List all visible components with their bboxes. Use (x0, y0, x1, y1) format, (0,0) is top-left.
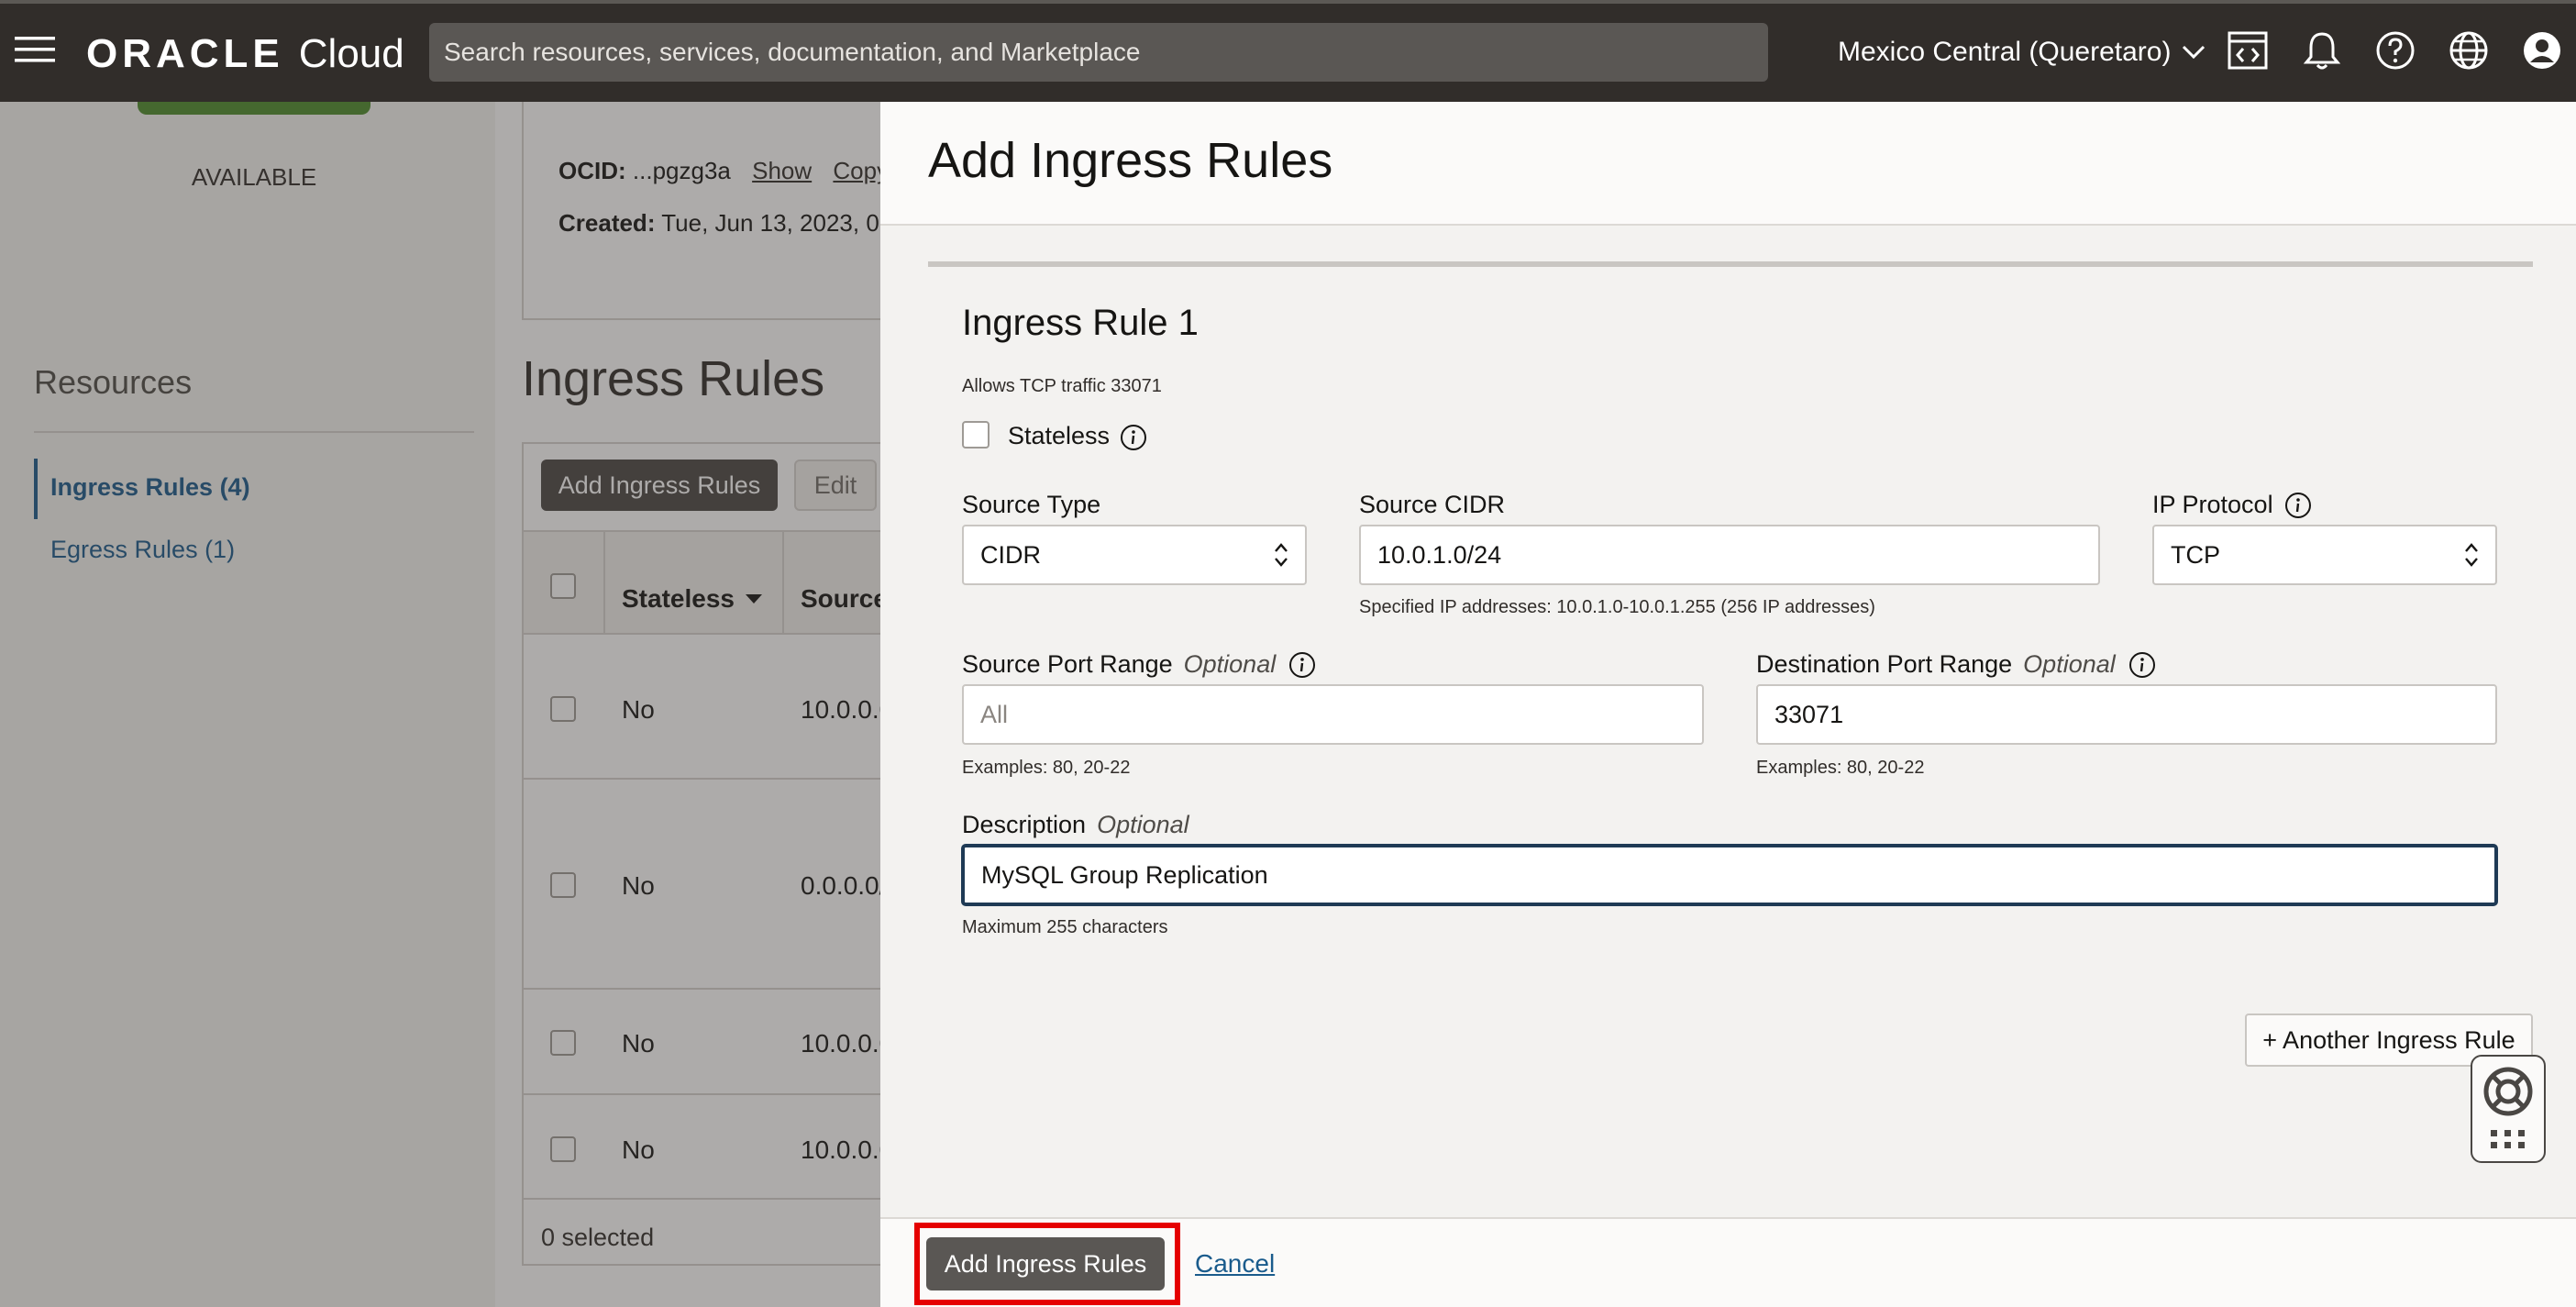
stateless-label: Stateless (1008, 422, 1111, 449)
destination-port-range-input[interactable] (1756, 684, 2497, 745)
highlight-box (914, 1223, 1180, 1305)
source-type-select[interactable]: CIDR (962, 525, 1307, 585)
destination-port-label-row: Destination Port Range Optional (1756, 650, 2156, 679)
region-selector[interactable]: Mexico Central (Queretaro) (1838, 33, 2206, 72)
ip-protocol-value: TCP (2171, 540, 2220, 569)
user-profile-icon[interactable] (2521, 29, 2563, 72)
description-hint: Maximum 255 characters (962, 917, 1168, 937)
code-editor-icon[interactable] (2227, 29, 2269, 72)
source-port-label: Source Port Range (962, 650, 1173, 678)
source-port-label-row: Source Port Range Optional (962, 650, 1316, 679)
ip-protocol-select[interactable]: TCP (2152, 525, 2497, 585)
rule-description: Allows TCP traffic 33071 (962, 376, 1162, 396)
source-cidr-input[interactable] (1359, 525, 2100, 585)
oracle-cloud-logo[interactable]: ORACLE Cloud (86, 31, 404, 77)
optional-label: Optional (1183, 650, 1277, 678)
rule-title: Ingress Rule 1 (962, 303, 1199, 343)
source-type-value: CIDR (980, 540, 1041, 569)
region-label: Mexico Central (Queretaro) (1838, 37, 2172, 67)
description-input[interactable] (962, 845, 2497, 905)
lifebuoy-icon (2483, 1067, 2533, 1148)
global-search-input[interactable] (429, 23, 1768, 82)
stateless-checkbox[interactable] (962, 421, 989, 449)
destination-port-label: Destination Port Range (1756, 650, 2013, 678)
optional-label: Optional (2023, 650, 2116, 678)
info-icon[interactable] (1120, 424, 1147, 451)
destination-port-hint: Examples: 80, 20-22 (1756, 758, 1925, 778)
source-cidr-hint: Specified IP addresses: 10.0.1.0-10.0.1.… (1359, 597, 1875, 617)
language-globe-icon[interactable] (2448, 29, 2490, 72)
info-icon[interactable] (2284, 492, 2312, 519)
description-label-row: Description Optional (962, 811, 1189, 839)
info-icon[interactable] (2128, 651, 2156, 679)
select-arrows-icon (1275, 543, 1288, 567)
source-cidr-label: Source CIDR (1359, 491, 1506, 518)
logo-cloud-text: Cloud (298, 31, 404, 76)
panel-title: Add Ingress Rules (928, 133, 1333, 188)
ip-protocol-label-row: IP Protocol (2152, 491, 2312, 519)
source-type-label: Source Type (962, 491, 1101, 518)
ip-protocol-label: IP Protocol (2152, 491, 2273, 518)
rule-divider (928, 261, 2533, 267)
source-port-hint: Examples: 80, 20-22 (962, 758, 1131, 778)
cancel-link[interactable]: Cancel (1195, 1249, 1275, 1279)
logo-oracle-text: ORACLE (86, 31, 284, 76)
notifications-bell-icon[interactable] (2301, 29, 2343, 72)
help-widget[interactable] (2471, 1055, 2546, 1163)
select-arrows-icon (2465, 543, 2478, 567)
help-icon[interactable] (2374, 29, 2416, 72)
hamburger-menu-icon[interactable] (13, 33, 59, 66)
optional-label: Optional (1097, 811, 1189, 838)
info-icon[interactable] (1288, 651, 1316, 679)
modal-overlay[interactable] (0, 102, 880, 1307)
chevron-down-icon (2183, 45, 2206, 60)
description-label: Description (962, 811, 1087, 838)
source-port-range-input[interactable] (962, 684, 1704, 745)
